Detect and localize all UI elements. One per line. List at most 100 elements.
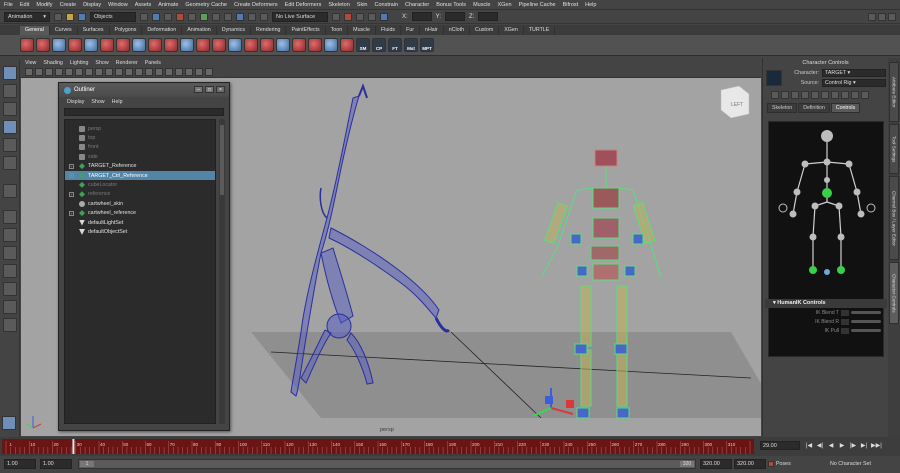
menu-geometry-cache[interactable]: Geometry Cache	[185, 2, 227, 8]
viewport-menu-lighting[interactable]: Lighting	[70, 60, 89, 66]
shelf-tab-surfaces[interactable]: Surfaces	[78, 26, 110, 35]
ik-blend-r-row[interactable]: IK Blend R	[765, 317, 887, 326]
snap-point-icon[interactable]	[260, 12, 268, 21]
wireframe-icon[interactable]	[135, 68, 143, 76]
outliner-filter-field[interactable]	[64, 108, 224, 116]
shelf-tool-icon[interactable]	[212, 38, 226, 52]
expand-icon[interactable]: +	[69, 191, 74, 197]
menu-skin[interactable]: Skin	[357, 2, 368, 8]
hik-body-part-icon[interactable]	[781, 91, 789, 99]
shelf-tool-icon[interactable]	[196, 38, 210, 52]
open-scene-icon[interactable]	[66, 12, 74, 21]
xray-joints-icon[interactable]	[195, 68, 203, 76]
snap-grid-icon[interactable]	[236, 12, 244, 21]
close-icon[interactable]: ×	[216, 86, 225, 93]
shelf-tool-icon[interactable]	[36, 38, 50, 52]
shelf-sm-button[interactable]: SM	[356, 38, 370, 52]
move-tool-icon[interactable]	[3, 120, 17, 134]
shelf-tab-painteffects[interactable]: PaintEffects	[286, 26, 326, 35]
playback-button[interactable]: ▶▶|	[871, 442, 882, 449]
shelf-tool-icon[interactable]	[180, 38, 194, 52]
new-scene-icon[interactable]	[54, 12, 62, 21]
layout-custom-icon[interactable]	[3, 318, 17, 332]
render-settings-icon[interactable]	[368, 12, 376, 21]
menu-edit-deformers[interactable]: Edit Deformers	[285, 2, 322, 8]
view-cube[interactable]: LEFT	[720, 85, 750, 119]
shelf-cp-button[interactable]: CP	[372, 38, 386, 52]
ik-pull-row[interactable]: IK Pull	[765, 326, 887, 335]
hik-reset-icon[interactable]	[831, 91, 839, 99]
outliner-item[interactable]: +cartwheel_skin	[65, 199, 215, 208]
shelf-tab-nhair[interactable]: nHair	[420, 26, 444, 35]
save-scene-icon[interactable]	[78, 12, 86, 21]
viewport-menu-shading[interactable]: Shading	[43, 60, 62, 66]
shelf-tool-icon[interactable]	[244, 38, 258, 52]
film-gate-icon[interactable]	[75, 68, 83, 76]
shelf-tab-polygons[interactable]: Polygons	[110, 26, 143, 35]
shelf-tool-icon[interactable]	[340, 38, 354, 52]
select-handle-icon[interactable]	[176, 12, 184, 21]
resolution-gate-icon[interactable]	[85, 68, 93, 76]
shelf-tab-curves[interactable]: Curves	[50, 26, 78, 35]
lights-icon[interactable]	[165, 68, 173, 76]
menu-animate[interactable]: Animate	[158, 2, 178, 8]
expand-icon[interactable]: +	[69, 163, 74, 169]
camera-select-icon[interactable]	[25, 68, 33, 76]
shelf-tab-toon[interactable]: Toon	[326, 26, 349, 35]
safe-title-icon[interactable]	[125, 68, 133, 76]
rotate-tool-icon[interactable]	[3, 138, 17, 152]
shelf-tool-icon[interactable]	[52, 38, 66, 52]
snap-curve-icon[interactable]	[248, 12, 256, 21]
last-tool-icon[interactable]	[3, 184, 17, 198]
viewport-menu-view[interactable]: View	[25, 60, 36, 66]
selection-mode-dropdown[interactable]: Objects	[90, 11, 136, 22]
shelf-mst-button[interactable]: Mst	[404, 38, 418, 52]
camera-attr-icon[interactable]	[35, 68, 43, 76]
animation-start-field[interactable]: 1.00	[4, 459, 36, 469]
outliner-item[interactable]: +front	[65, 143, 215, 152]
lasso-tool-icon[interactable]	[3, 84, 17, 98]
history-icon[interactable]	[332, 12, 340, 21]
tool-settings-icon[interactable]	[878, 12, 886, 21]
shelf-ft-button[interactable]: FT	[388, 38, 402, 52]
menu-pipeline-cache[interactable]: Pipeline Cache	[519, 2, 556, 8]
hypershade-icon[interactable]	[380, 12, 388, 21]
tab-tool-settings[interactable]: Tool Settings	[889, 124, 899, 174]
source-dropdown[interactable]: Control Rig ▾	[822, 79, 886, 87]
playback-end-field[interactable]: 320.00	[700, 459, 732, 469]
menu-set-dropdown[interactable]: Animation ▾	[4, 11, 50, 22]
menu-bonus-tools[interactable]: Bonus Tools	[436, 2, 466, 8]
shelf-tab-deformation[interactable]: Deformation	[142, 26, 183, 35]
outliner-title-bar[interactable]: Outliner	[59, 83, 229, 97]
viewport-menu-renderer[interactable]: Renderer	[116, 60, 138, 66]
shelf-tab-custom[interactable]: Custom	[470, 26, 500, 35]
tab-skeleton[interactable]: Skeleton	[767, 103, 798, 113]
playback-button[interactable]: ▶|	[860, 442, 868, 449]
shelf-tab-rendering[interactable]: Rendering	[251, 26, 287, 35]
smooth-shade-icon[interactable]	[145, 68, 153, 76]
ik-blend-t-row[interactable]: IK Blend T	[765, 308, 887, 317]
scale-tool-icon[interactable]	[3, 156, 17, 170]
shelf-tab-fur[interactable]: Fur	[401, 26, 421, 35]
menu-create[interactable]: Create	[60, 2, 77, 8]
shelf-tool-icon[interactable]	[292, 38, 306, 52]
menu-window[interactable]: Window	[108, 2, 128, 8]
z-field[interactable]	[478, 12, 499, 21]
shelf-tool-icon[interactable]	[68, 38, 82, 52]
paint-select-icon[interactable]	[3, 102, 17, 116]
hik-settings-icon[interactable]	[861, 91, 869, 99]
maximize-icon[interactable]: □	[205, 86, 214, 93]
shelf-tab-dynamics[interactable]: Dynamics	[217, 26, 252, 35]
textured-icon[interactable]	[155, 68, 163, 76]
grid-icon[interactable]	[65, 68, 73, 76]
x-field[interactable]	[411, 12, 432, 21]
menu-display[interactable]: Display	[83, 2, 101, 8]
shelf-tool-icon[interactable]	[148, 38, 162, 52]
hik-key-icon[interactable]	[811, 91, 819, 99]
menu-modify[interactable]: Modify	[36, 2, 52, 8]
tab-attribute-editor[interactable]: Attribute Editor	[889, 62, 899, 122]
animation-end-field[interactable]: 320.00	[734, 459, 766, 469]
tab-controls[interactable]: Controls	[830, 103, 861, 113]
shelf-tool-icon[interactable]	[324, 38, 338, 52]
hik-logo-icon[interactable]	[766, 70, 782, 86]
